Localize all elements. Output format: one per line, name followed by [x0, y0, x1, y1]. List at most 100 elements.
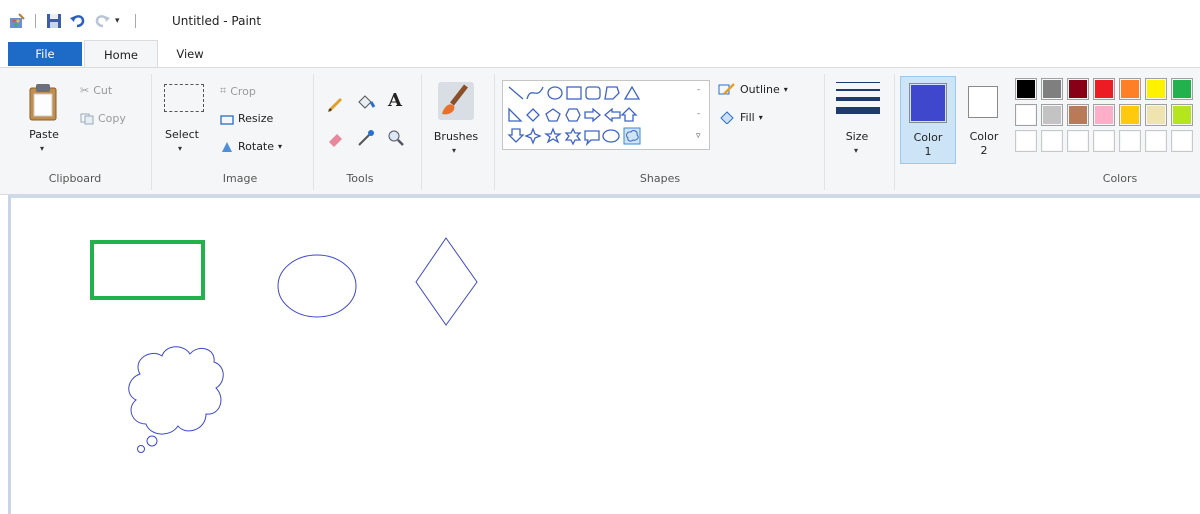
rounded-callout-shape-icon [584, 130, 600, 147]
undo-icon[interactable] [69, 12, 87, 30]
canvas-left-border [8, 196, 11, 514]
title-separator [135, 14, 136, 28]
tab-home[interactable]: Home [84, 40, 158, 69]
drawn-blue-ellipse [277, 254, 357, 318]
drawn-green-rectangle [90, 240, 205, 300]
palette-swatch[interactable] [1067, 104, 1089, 126]
polygon-shape-icon [604, 86, 620, 100]
color1-fill [911, 85, 945, 121]
color2-swatch [968, 86, 998, 118]
palette-swatch[interactable] [1015, 104, 1037, 126]
oval-callout-shape-icon [602, 129, 620, 143]
pencil-icon[interactable] [326, 94, 346, 114]
palette-swatch[interactable] [1067, 78, 1089, 100]
palette-swatch[interactable] [1093, 130, 1115, 152]
paste-button[interactable]: Paste ▾ [18, 78, 70, 158]
palette-swatch-color [1147, 80, 1165, 98]
rotate-icon [220, 141, 234, 153]
text-icon[interactable]: A [388, 90, 402, 111]
shapes-scroll-up-icon[interactable]: - [697, 85, 700, 95]
fill-button[interactable]: Fill ▾ [718, 110, 763, 125]
palette-swatch[interactable] [1093, 104, 1115, 126]
color2-number: 2 [980, 144, 988, 157]
drawn-cloud-callout [128, 346, 224, 435]
tab-file[interactable]: File [8, 42, 82, 66]
up-arrow-shape-icon [620, 107, 638, 122]
palette-swatch[interactable] [1041, 104, 1063, 126]
size-button[interactable]: Size ▾ [832, 78, 884, 162]
palette-swatch[interactable] [1041, 78, 1063, 100]
rotate-button[interactable]: Rotate ▾ [220, 140, 282, 153]
customize-dropdown-icon[interactable]: ▾ [115, 12, 127, 30]
palette-swatch-color [1095, 80, 1113, 98]
size-icon [836, 80, 880, 120]
six-point-star-shape-icon [564, 127, 582, 146]
palette-swatch[interactable] [1145, 130, 1167, 152]
palette-swatch[interactable] [1145, 78, 1167, 100]
line-shape-icon [508, 86, 524, 100]
palette-swatch[interactable] [1171, 130, 1193, 152]
palette-swatch[interactable] [1145, 104, 1167, 126]
resize-button[interactable]: Resize [220, 112, 273, 125]
drawn-callout-bubble [137, 445, 145, 453]
magnifier-icon[interactable] [386, 128, 406, 148]
shapes-gallery[interactable]: - - ▿ [502, 80, 710, 150]
color-palette [1015, 78, 1200, 158]
palette-swatch[interactable] [1015, 130, 1037, 152]
color-picker-icon[interactable] [356, 128, 376, 148]
four-point-star-shape-icon [524, 127, 542, 145]
palette-swatch-color [1173, 106, 1191, 124]
drawing-canvas[interactable] [12, 198, 1200, 514]
paste-icon [29, 84, 57, 121]
palette-swatch-color [1043, 106, 1061, 124]
redo-icon[interactable] [93, 12, 111, 30]
palette-swatch[interactable] [1119, 78, 1141, 100]
palette-swatch-color [1121, 80, 1139, 98]
fill-icon [718, 110, 736, 125]
palette-swatch[interactable] [1171, 104, 1193, 126]
palette-swatch-color [1069, 80, 1087, 98]
brushes-label: Brushes [433, 130, 479, 143]
color2-button[interactable]: Color 2 [962, 76, 1008, 164]
palette-swatch[interactable] [1119, 130, 1141, 152]
palette-swatch-color [1121, 106, 1139, 124]
palette-swatch[interactable] [1093, 78, 1115, 100]
curve-shape-icon [526, 86, 544, 100]
fill-dropdown-icon: ▾ [758, 112, 763, 122]
outline-dropdown-icon: ▾ [783, 84, 788, 94]
fill-bucket-icon[interactable] [354, 92, 376, 114]
outline-icon [718, 82, 736, 96]
cut-button[interactable]: ✂ Cut [80, 84, 112, 97]
quick-access-toolbar: ▾ [8, 12, 144, 30]
palette-swatch[interactable] [1171, 78, 1193, 100]
palette-swatch-color [1173, 80, 1191, 98]
select-button[interactable]: Select ▾ [160, 80, 208, 160]
brushes-button[interactable]: Brushes ▾ [428, 78, 488, 162]
crop-button[interactable]: ⌗ Crop [220, 84, 256, 98]
paste-label: Paste [29, 128, 59, 141]
window-title: Untitled - Paint [172, 14, 262, 28]
shapes-scroll-down-icon[interactable]: - [697, 109, 700, 119]
eraser-icon[interactable] [326, 128, 346, 148]
palette-swatch[interactable] [1119, 104, 1141, 126]
color1-button[interactable]: Color 1 [900, 76, 956, 164]
palette-swatch[interactable] [1015, 78, 1037, 100]
down-arrow-shape-icon [507, 128, 525, 143]
tab-view[interactable]: View [160, 40, 220, 68]
save-icon[interactable] [45, 12, 63, 30]
group-divider [151, 74, 152, 190]
select-icon [164, 84, 204, 112]
copy-button[interactable]: Copy [80, 112, 126, 125]
drawn-blue-diamond [415, 237, 478, 326]
outline-button[interactable]: Outline ▾ [718, 82, 788, 96]
color1-label: Color [913, 131, 943, 144]
palette-swatch[interactable] [1041, 130, 1063, 152]
palette-swatch[interactable] [1067, 130, 1089, 152]
paste-dropdown-icon: ▾ [40, 144, 45, 153]
paint-app-icon[interactable] [8, 12, 26, 30]
triangle-shape-icon [623, 85, 641, 100]
shapes-more-icon[interactable]: ▿ [696, 131, 701, 141]
palette-swatch-color [1069, 132, 1087, 150]
group-divider [494, 74, 495, 190]
palette-swatch-color [1095, 132, 1113, 150]
